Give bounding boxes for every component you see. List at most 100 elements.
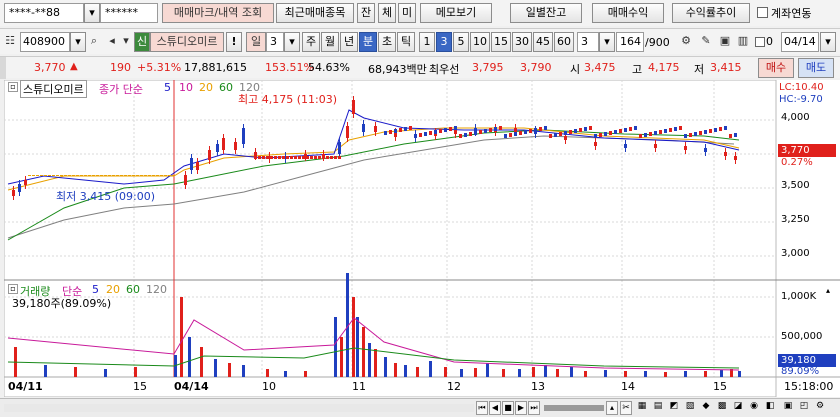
chart-canvas[interactable]: [4, 80, 840, 397]
scissors-icon[interactable]: ✂: [620, 401, 632, 415]
candle: [649, 132, 652, 136]
candle: [444, 128, 447, 132]
chart-stock-name[interactable]: 스튜디오미르: [20, 80, 87, 98]
candle: [270, 156, 273, 159]
candle: [274, 156, 277, 159]
interval-3-button[interactable]: 3: [436, 32, 452, 52]
scroll-prev-button[interactable]: ◀: [489, 401, 501, 415]
search-icon[interactable]: ⌕: [86, 32, 102, 50]
tool7-icon[interactable]: ◪: [732, 401, 744, 415]
trade-profit-button[interactable]: 매매수익: [592, 3, 664, 23]
interval-15-button[interactable]: 15: [491, 32, 511, 52]
period-week-button[interactable]: 주: [302, 32, 320, 52]
tool1-icon[interactable]: ▦: [636, 401, 648, 415]
period-dropdown-button[interactable]: ▾: [284, 32, 300, 52]
memo-button[interactable]: 메모보기: [420, 3, 492, 23]
scroll-up-icon[interactable]: ▴: [826, 286, 830, 295]
candle: [334, 156, 337, 159]
chevron-down-icon: ▾: [604, 35, 610, 48]
candle: [196, 162, 199, 170]
unexecuted-button[interactable]: 미: [398, 3, 416, 23]
recent-trades-button[interactable]: 최근매매종목: [276, 3, 354, 23]
grid-icon[interactable]: ☷: [2, 32, 18, 50]
period-year-button[interactable]: 년: [340, 32, 358, 52]
zero-checkbox[interactable]: [755, 37, 765, 47]
zoom-in-button[interactable]: ▴: [606, 401, 618, 415]
volume-bar: [644, 371, 647, 377]
scroll-first-button[interactable]: ⏮: [476, 401, 488, 415]
xlabel-13: 13: [531, 380, 545, 393]
scroll-stop-button[interactable]: ■: [502, 401, 514, 415]
alert-icon[interactable]: !: [226, 32, 242, 52]
arrow-down-icon[interactable]: ▾: [118, 32, 134, 50]
scroll-next-button[interactable]: ▶: [515, 401, 527, 415]
stock-name-button[interactable]: 스튜디오미르: [150, 32, 224, 52]
draw-icon[interactable]: ✎: [698, 32, 714, 50]
interval-5-button[interactable]: 5: [453, 32, 469, 52]
tool3-icon[interactable]: ◩: [668, 401, 680, 415]
sell-button[interactable]: 매도: [798, 58, 834, 78]
interval-field[interactable]: 3: [577, 32, 599, 52]
period-day-button[interactable]: 일: [246, 32, 266, 52]
candle: [112, 175, 115, 176]
tool6-icon[interactable]: ▩: [716, 401, 728, 415]
tool10-icon[interactable]: ▣: [782, 401, 794, 415]
profit-rate-button[interactable]: 수익률추이: [672, 3, 750, 23]
volume-menu-icon[interactable]: ▫: [8, 284, 18, 294]
period-month-button[interactable]: 월: [321, 32, 339, 52]
tool4-icon[interactable]: ▧: [684, 401, 696, 415]
zoom-slider[interactable]: [544, 405, 604, 411]
open-price: 3,475: [584, 61, 616, 74]
scrollbar-track[interactable]: [4, 404, 474, 412]
count-field[interactable]: 164: [616, 32, 644, 52]
tool8-icon[interactable]: ◉: [748, 401, 760, 415]
chart-menu-icon[interactable]: ▫: [8, 82, 18, 92]
password-field[interactable]: ******: [100, 3, 158, 23]
candle: [116, 175, 119, 176]
volume-bar: [200, 347, 203, 377]
stock-code-field[interactable]: 408900: [20, 32, 70, 52]
tool9-icon[interactable]: ◧: [764, 401, 776, 415]
date-dropdown-button[interactable]: ▾: [820, 32, 836, 52]
chart-settings-icon[interactable]: ▥: [735, 32, 751, 50]
period-num-field[interactable]: 3: [266, 32, 284, 52]
daily-balance-button[interactable]: 일별잔고: [510, 3, 582, 23]
save-icon[interactable]: ▣: [717, 32, 733, 50]
executed-button[interactable]: 체: [378, 3, 396, 23]
ma5-legend: 5: [164, 81, 171, 94]
period-tick-button[interactable]: 틱: [397, 32, 415, 52]
interval-60-button[interactable]: 60: [554, 32, 574, 52]
candle: [524, 130, 527, 134]
candle: [314, 156, 317, 159]
period-second-button[interactable]: 초: [378, 32, 396, 52]
date-field[interactable]: 04/14: [781, 32, 819, 52]
xlabel-0411: 04/11: [8, 380, 43, 393]
tools-icon[interactable]: ⚙: [678, 32, 694, 50]
tool12-icon[interactable]: ⚙: [814, 401, 826, 415]
buy-button[interactable]: 매수: [758, 58, 794, 78]
interval-dropdown-button[interactable]: ▾: [599, 32, 615, 52]
tool2-icon[interactable]: ▤: [652, 401, 664, 415]
trade-mark-button[interactable]: 매매마크/내역 조회: [162, 3, 274, 23]
account-dropdown-button[interactable]: ▾: [84, 3, 100, 23]
new-stock-badge[interactable]: 신: [134, 32, 150, 52]
period-minute-button[interactable]: 분: [359, 32, 377, 52]
tool11-icon[interactable]: ◰: [798, 401, 810, 415]
code-dropdown-button[interactable]: ▾: [70, 32, 86, 52]
scroll-last-button[interactable]: ⏭: [528, 401, 540, 415]
balance-button[interactable]: 잔: [357, 3, 375, 23]
candle: [404, 127, 407, 131]
candle: [509, 133, 512, 137]
interval-30-button[interactable]: 30: [512, 32, 532, 52]
volume-bar: [266, 369, 269, 377]
interval-1-button[interactable]: 1: [419, 32, 435, 52]
link-checkbox[interactable]: [757, 7, 768, 18]
volume-bar: [44, 365, 47, 377]
bottom-bar: ⏮ ◀ ■ ▶ ⏭ ▴ ✂ ▦ ▤ ◩ ▧ ◆ ▩ ◪ ◉ ◧ ▣ ◰ ⚙: [0, 398, 840, 417]
account-field[interactable]: ****-**88: [4, 3, 84, 23]
interval-45-button[interactable]: 45: [533, 32, 553, 52]
tool5-icon[interactable]: ◆: [700, 401, 712, 415]
ma20-legend: 20: [199, 81, 213, 94]
interval-10-button[interactable]: 10: [470, 32, 490, 52]
xlabel-11: 11: [352, 380, 366, 393]
